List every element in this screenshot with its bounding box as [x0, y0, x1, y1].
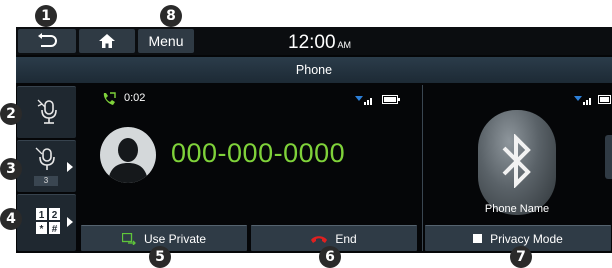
person-icon	[108, 138, 148, 183]
chevron-right-icon	[67, 162, 73, 172]
caller-number: 000-000-0000	[171, 138, 346, 168]
callout-badge: 6	[319, 246, 341, 268]
top-bar: Menu 12:00 AM	[16, 27, 612, 55]
svg-text:#: #	[52, 224, 58, 234]
back-icon	[38, 33, 57, 47]
callout-badge: 4	[0, 208, 22, 230]
svg-text:2: 2	[52, 210, 58, 221]
callout-badge: 8	[160, 5, 182, 27]
mic-mute-icon	[37, 99, 57, 124]
caller-avatar	[100, 127, 156, 183]
back-button[interactable]	[18, 29, 76, 53]
mic-mute-button[interactable]	[17, 86, 76, 138]
mic-volume-level: 3	[34, 176, 58, 186]
callout-badge: 7	[510, 246, 532, 268]
panel-divider	[422, 85, 423, 251]
callout-badge: 5	[149, 246, 171, 268]
infotainment-screen: Menu 12:00 AM Phone 3 1 2 * # 0:02 000-0…	[16, 27, 612, 253]
clock-time: 12:00	[288, 32, 336, 53]
bluetooth-icon	[502, 134, 531, 188]
bluetooth-device-card[interactable]	[478, 110, 556, 215]
battery-icon	[598, 95, 611, 104]
battery-icon	[382, 95, 400, 104]
end-label: End	[335, 231, 357, 246]
call-active-icon	[103, 92, 116, 105]
mic-volume-icon	[35, 147, 55, 170]
mic-volume-button[interactable]: 3	[17, 140, 76, 192]
privacy-mode-label: Privacy Mode	[490, 231, 563, 246]
svg-text:1: 1	[39, 210, 45, 221]
privacy-mode-checkbox[interactable]	[473, 234, 483, 243]
home-button[interactable]	[79, 29, 135, 53]
callout-badge: 2	[0, 103, 22, 125]
keypad-button[interactable]: 1 2 * #	[17, 194, 76, 251]
chevron-right-icon	[67, 217, 73, 227]
next-device-handle[interactable]	[605, 135, 612, 179]
bluetooth-device-name: Phone Name	[484, 203, 550, 215]
signal-icon	[355, 96, 372, 105]
menu-button[interactable]: Menu	[138, 29, 194, 53]
svg-text:*: *	[40, 224, 44, 234]
signal-icon	[574, 96, 591, 105]
call-duration: 0:02	[124, 92, 146, 104]
home-icon	[99, 34, 115, 48]
hang-up-icon	[311, 235, 328, 243]
use-private-label: Use Private	[143, 231, 207, 246]
callout-badge: 1	[35, 5, 57, 27]
handset-transfer-icon	[121, 232, 136, 245]
callout-badge: 3	[0, 158, 22, 180]
menu-label: Menu	[148, 33, 184, 49]
keypad-icon: 1 2 * #	[36, 208, 60, 234]
clock: 12:00 AM	[288, 32, 351, 54]
clock-ampm: AM	[337, 40, 352, 50]
page-title: Phone	[16, 57, 612, 83]
